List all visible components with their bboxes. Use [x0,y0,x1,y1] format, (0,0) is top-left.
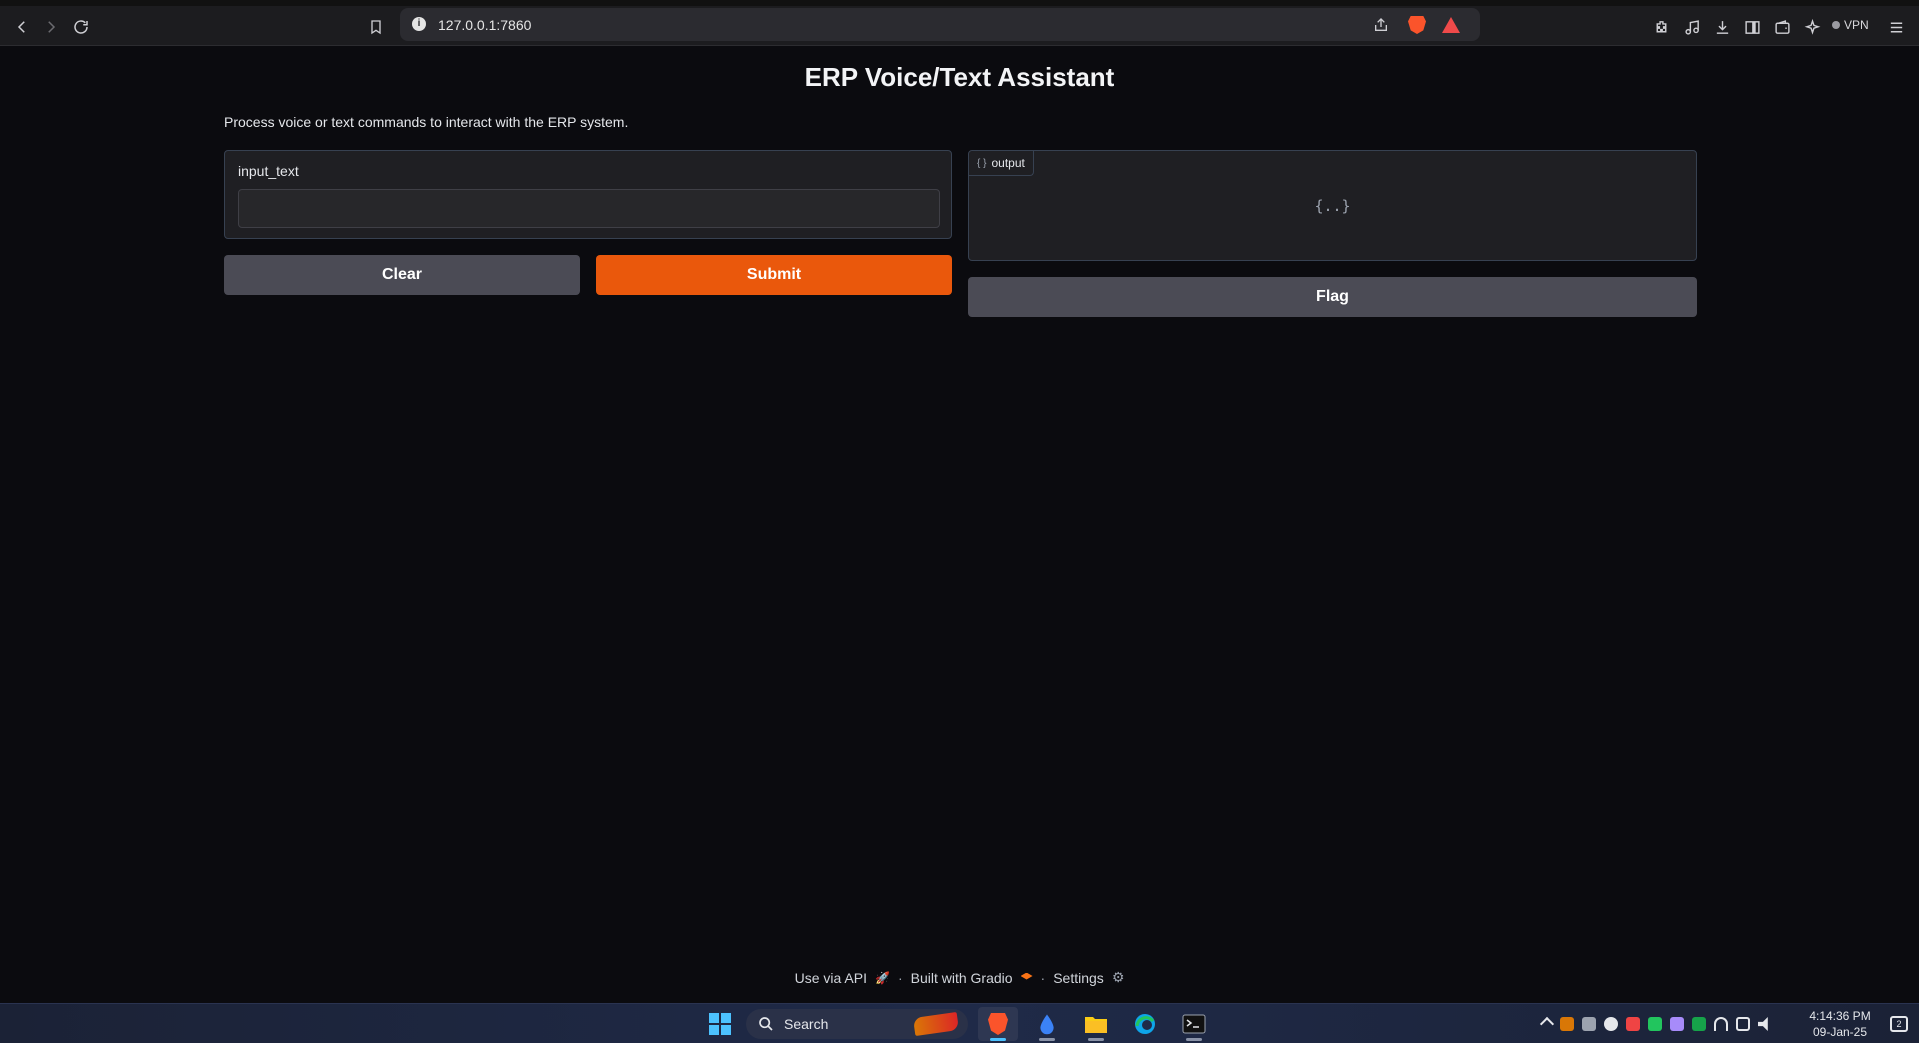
gear-icon: ⚙ [1111,969,1125,985]
wallet-icon[interactable] [1772,17,1792,37]
vpn-button[interactable]: VPN [1832,18,1869,32]
file-explorer-taskbar-icon[interactable] [1076,1007,1116,1041]
gradio-logo-icon [1020,972,1033,980]
download-icon[interactable] [1712,17,1732,37]
address-bar[interactable]: i 127.0.0.1:7860 1 [400,8,1480,41]
output-label: output [991,156,1025,170]
forward-button[interactable] [39,15,63,39]
notification-icon[interactable]: 2 [1890,1016,1908,1032]
footer-separator: · [897,969,903,986]
use-via-api-link[interactable]: Use via API [795,970,867,986]
vpn-status-icon [1832,21,1840,29]
clock-time: 4:14:36 PM [1809,1009,1871,1023]
rewards-badge: 1 [1454,17,1460,23]
battery-icon[interactable] [1736,1017,1750,1031]
settings-link[interactable]: Settings [1053,970,1104,986]
back-icon [17,21,25,33]
media-icon[interactable] [1682,17,1702,37]
forward-icon [48,21,56,33]
output-panel: { } output {..} [968,150,1697,261]
sidebar-icon[interactable] [1742,17,1762,37]
windows-start-icon[interactable] [709,1013,731,1035]
nvidia-icon[interactable] [1692,1017,1706,1031]
input-label: input_text [238,163,299,179]
menu-icon[interactable] [1886,17,1906,37]
clock-date: 09-Jan-25 [1812,1025,1868,1039]
tray-app-icon[interactable] [1582,1017,1596,1031]
tray-app-icon[interactable] [1604,1017,1618,1031]
back-button[interactable] [10,15,34,39]
output-label-tag: { } output [969,151,1034,176]
url-text: 127.0.0.1:7860 [438,17,532,33]
footer: Use via API 🚀 · Built with Gradio · Sett… [0,969,1919,986]
footer-separator: · [1040,969,1046,986]
submit-button[interactable]: Submit [596,255,952,295]
tray-app-icon[interactable] [1670,1017,1684,1031]
browser-toolbar: i 127.0.0.1:7860 1 VPN [0,0,1919,46]
bookmark-icon [371,20,381,35]
terminal-taskbar-icon[interactable] [1174,1007,1214,1041]
clear-button[interactable]: Clear [224,255,580,295]
search-highlight-icon [912,1012,960,1036]
taskbar-search-label: Search [784,1016,829,1032]
taskbar-clock[interactable]: 4:14:36 PM 09-Jan-25 [1800,1008,1880,1040]
brave-taskbar-icon[interactable] [978,1007,1018,1041]
droplet-app-taskbar-icon[interactable] [1027,1007,1067,1041]
shield-icon[interactable] [1648,1017,1662,1031]
flag-button[interactable]: Flag [968,277,1697,317]
edge-taskbar-icon[interactable] [1125,1007,1165,1041]
input-text-field[interactable] [238,189,940,228]
app-description: Process voice or text commands to intera… [224,114,629,130]
search-icon [759,1017,773,1031]
reload-button[interactable] [69,15,93,39]
tray-overflow-icon[interactable] [1539,1016,1555,1032]
volume-icon[interactable] [1758,1017,1768,1031]
share-icon[interactable] [1370,16,1392,34]
built-with-gradio-link[interactable]: Built with Gradio [911,970,1013,986]
input-panel: input_text [224,150,952,239]
extensions-icon[interactable] [1651,17,1671,37]
brave-rewards-icon[interactable]: 1 [1441,16,1461,34]
reload-icon [74,20,88,34]
tray-app-icon[interactable] [1560,1017,1574,1031]
bookmark-button[interactable] [364,15,388,39]
taskbar-search[interactable]: Search [746,1009,968,1039]
leo-ai-icon[interactable] [1802,17,1822,37]
system-tray [1539,1015,1772,1033]
vpn-label: VPN [1844,18,1869,32]
json-icon: { } [977,157,987,169]
brave-shields-icon[interactable] [1407,16,1427,34]
page-title: ERP Voice/Text Assistant [804,62,1115,92]
site-info-icon[interactable]: i [412,17,426,31]
wifi-icon[interactable] [1714,1017,1728,1031]
output-empty-placeholder: {..} [1314,197,1351,215]
windows-taskbar: Search 4:14:36 PM 09-Jan-25 2 [0,1003,1919,1043]
rocket-icon: 🚀 [874,970,890,985]
tray-app-icon[interactable] [1626,1017,1640,1031]
